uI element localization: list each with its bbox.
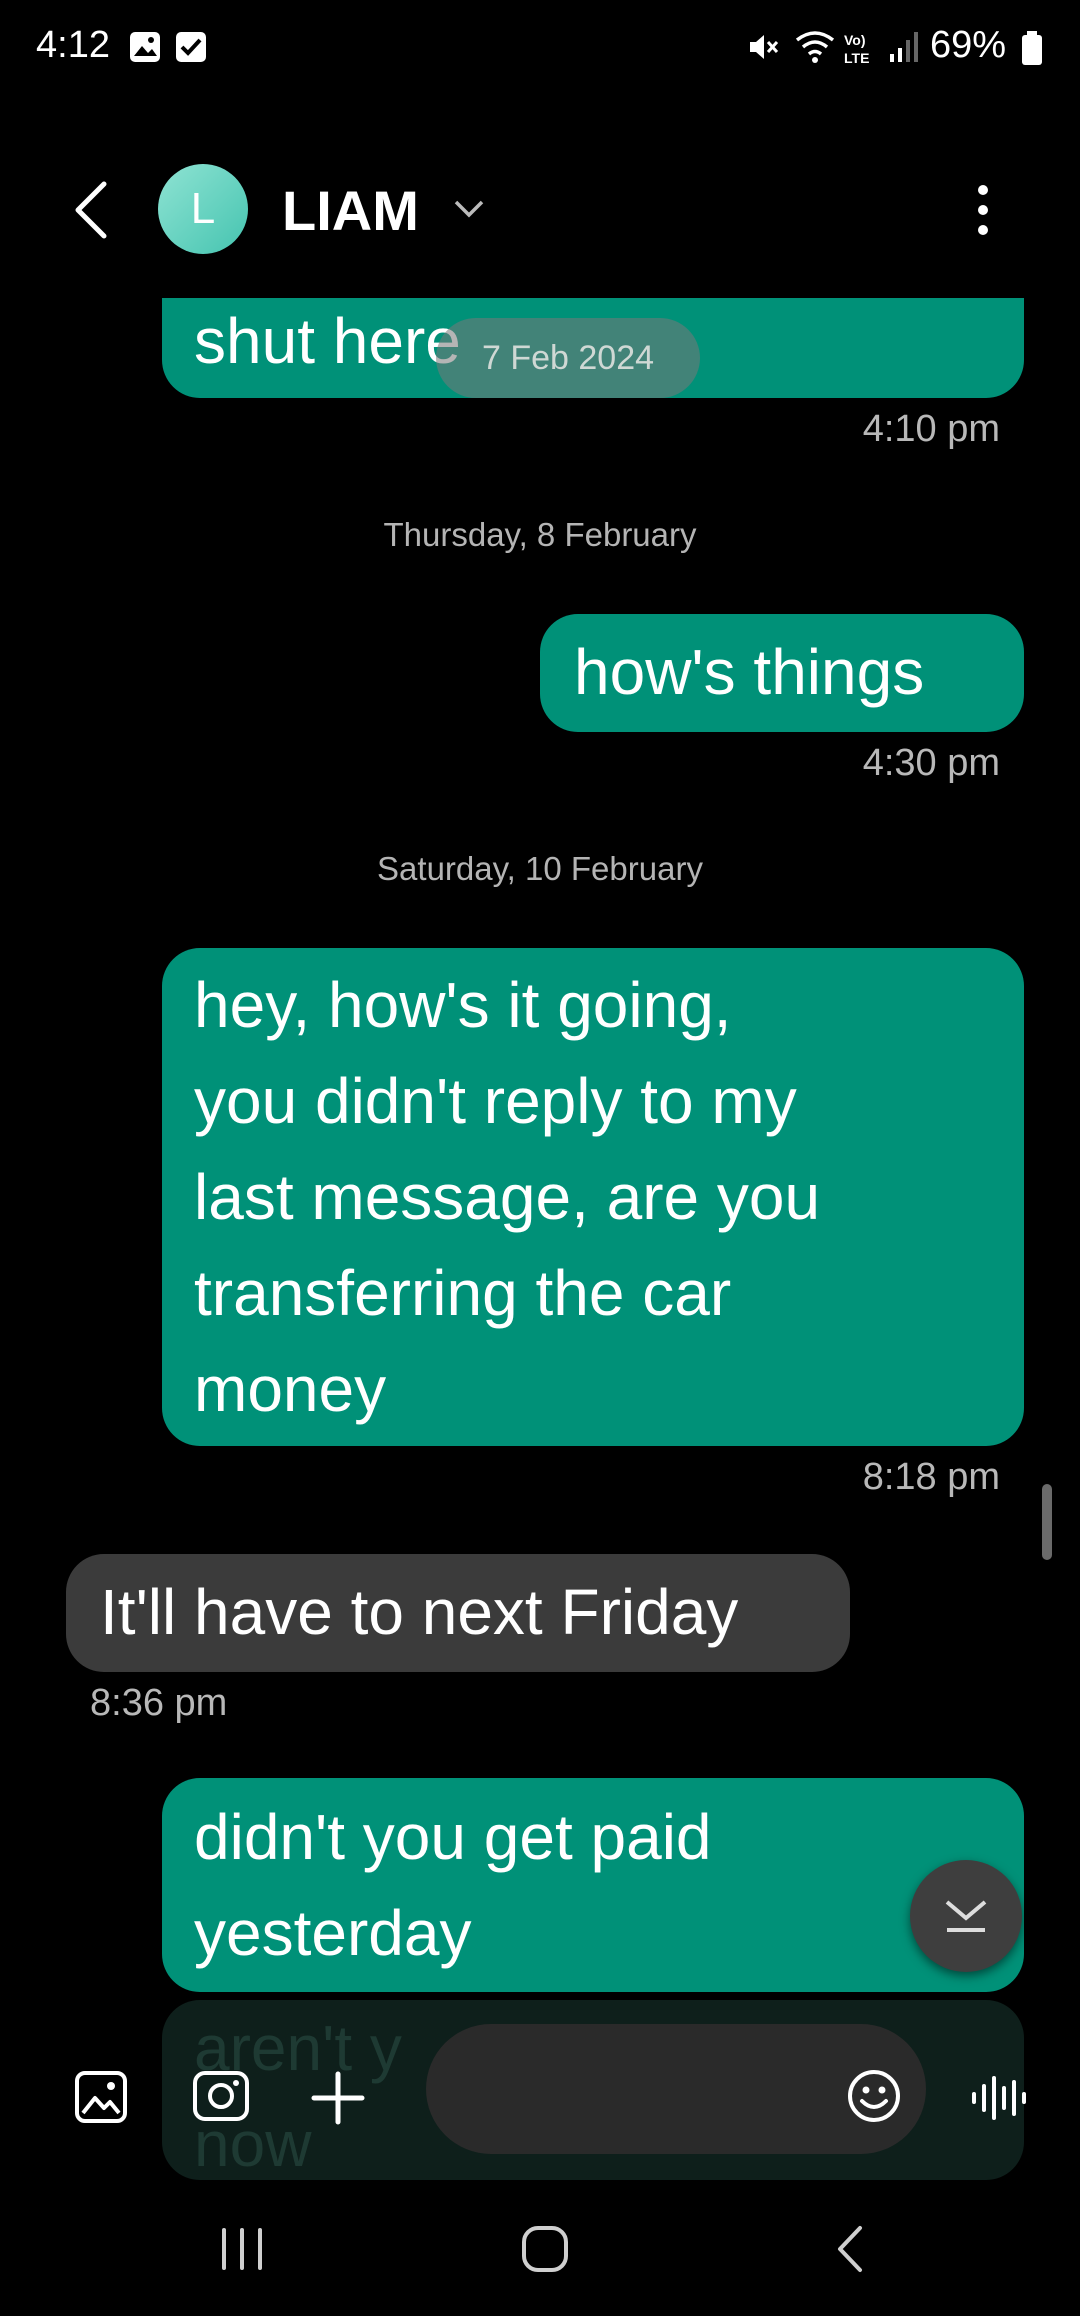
outgoing-message-bubble[interactable]: didn't you get paid yesterday (162, 1778, 1024, 1992)
battery-percent: 69% (930, 24, 1007, 66)
chevron-down-icon[interactable] (452, 196, 486, 222)
scroll-to-bottom-button[interactable] (910, 1860, 1022, 1972)
nav-back-icon[interactable] (830, 2224, 870, 2274)
svg-text:LTE: LTE (844, 50, 869, 66)
camera-icon[interactable] (192, 2068, 250, 2124)
home-icon[interactable] (520, 2224, 570, 2274)
date-separator: Saturday, 10 February (377, 850, 703, 887)
checkbox-notification-icon (176, 32, 206, 62)
floating-date-pill: 7 Feb 2024 (436, 318, 700, 398)
scrollbar-thumb[interactable] (1042, 1484, 1052, 1560)
more-options-icon[interactable] (970, 180, 996, 240)
status-time: 4:12 (36, 24, 110, 66)
message-line: last message, are you (194, 1161, 821, 1233)
signal-icon (890, 32, 918, 62)
recent-apps-icon[interactable] (218, 2226, 268, 2272)
mute-icon (750, 35, 779, 59)
avatar-letter: L (190, 184, 216, 233)
message-time: 4:10 pm (862, 408, 1000, 450)
message-line: yesterday (194, 1897, 472, 1969)
gallery-icon[interactable] (74, 2070, 128, 2124)
outgoing-message-bubble[interactable]: how's things (540, 614, 1024, 732)
message-line: money (194, 1353, 387, 1425)
incoming-message-bubble[interactable]: It'll have to next Friday (66, 1554, 850, 1672)
message-text: how's things (574, 636, 925, 708)
emoji-icon[interactable] (846, 2068, 902, 2124)
volte-icon: Vo) LTE (844, 32, 869, 66)
message-line: didn't you get paid (194, 1801, 712, 1873)
message-line: you didn't reply to my (194, 1065, 797, 1137)
outgoing-message-bubble[interactable]: hey, how's it going, you didn't reply to… (162, 948, 1024, 1446)
voice-recorder-icon[interactable] (968, 2070, 1028, 2126)
add-attachment-icon[interactable] (310, 2070, 366, 2126)
message-time: 8:18 pm (862, 1456, 1000, 1498)
wifi-icon (795, 31, 835, 63)
message-text: It'll have to next Friday (100, 1576, 739, 1648)
message-line: transferring the car (194, 1257, 732, 1329)
contact-avatar[interactable]: L (158, 164, 248, 254)
back-arrow-icon[interactable] (68, 178, 112, 242)
date-separator: Thursday, 8 February (383, 516, 697, 553)
message-text: shut here (194, 305, 461, 377)
message-line: hey, how's it going, (194, 969, 732, 1041)
contact-name[interactable]: LIAM (282, 178, 419, 243)
message-time: 4:30 pm (862, 742, 1000, 784)
message-time: 8:36 pm (90, 1682, 228, 1724)
chevron-down-icon (945, 1900, 987, 1932)
battery-icon (1022, 31, 1042, 65)
svg-text:Vo): Vo) (844, 32, 866, 48)
gallery-notification-icon (130, 32, 160, 62)
